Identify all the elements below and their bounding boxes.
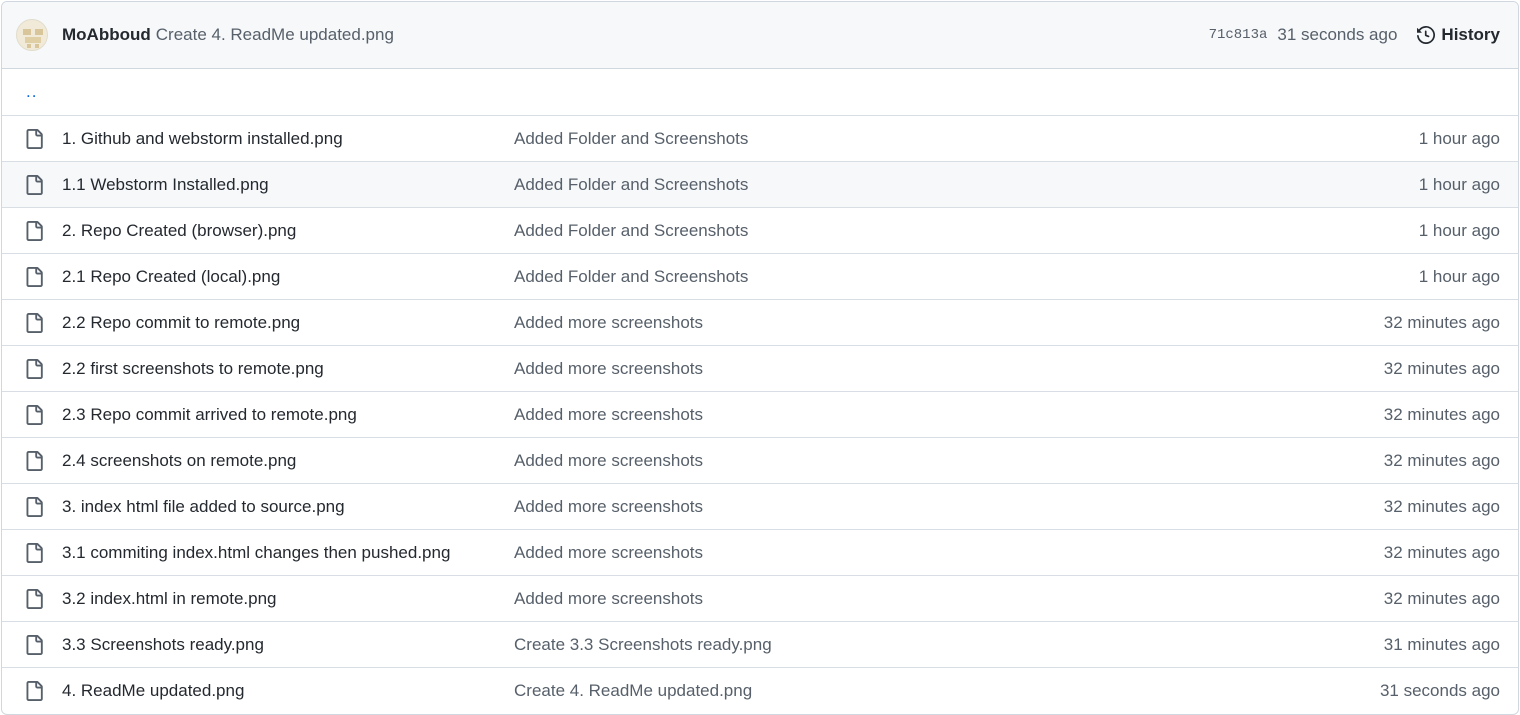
- history-button[interactable]: History: [1417, 25, 1500, 45]
- file-icon: [24, 220, 44, 241]
- file-name-link[interactable]: 2.1 Repo Created (local).png: [62, 267, 514, 287]
- file-browser: MoAbboud Create 4. ReadMe updated.png 71…: [1, 1, 1519, 715]
- file-name-link[interactable]: 2.2 first screenshots to remote.png: [62, 359, 514, 379]
- file-icon: [24, 588, 44, 609]
- history-icon: [1417, 26, 1436, 44]
- file-row[interactable]: 3. index html file added to source.png Ad…: [2, 483, 1518, 529]
- file-commit-message-link[interactable]: Added more screenshots: [514, 589, 1384, 609]
- file-row[interactable]: 2. Repo Created (browser).png Added Folde…: [2, 207, 1518, 253]
- file-commit-message-link[interactable]: Added Folder and Screenshots: [514, 221, 1419, 241]
- file-row[interactable]: 2.3 Repo commit arrived to remote.png Add…: [2, 391, 1518, 437]
- file-icon: [24, 312, 44, 333]
- file-commit-message-link[interactable]: Added more screenshots: [514, 359, 1384, 379]
- file-name-link[interactable]: 1.1 Webstorm Installed.png: [62, 175, 514, 195]
- file-icon: [24, 174, 44, 195]
- latest-commit-bar: MoAbboud Create 4. ReadMe updated.png 71…: [2, 2, 1518, 69]
- file-commit-message-link[interactable]: Added more screenshots: [514, 405, 1384, 425]
- file-icon: [24, 680, 44, 701]
- file-list: 1. Github and webstorm installed.png Adde…: [2, 115, 1518, 713]
- file-name-link[interactable]: 2.4 screenshots on remote.png: [62, 451, 514, 471]
- file-name-link[interactable]: 4. ReadMe updated.png: [62, 681, 514, 701]
- file-icon: [24, 266, 44, 287]
- file-commit-message-link[interactable]: Added more screenshots: [514, 543, 1384, 563]
- file-commit-time: 32 minutes ago: [1383, 404, 1500, 424]
- file-commit-time: 31 minutes ago: [1383, 634, 1500, 654]
- file-commit-time: 1 hour ago: [1418, 266, 1500, 286]
- file-commit-message-link[interactable]: Create 3.3 Screenshots ready.png: [514, 635, 1384, 655]
- file-commit-message-link[interactable]: Added Folder and Screenshots: [514, 175, 1419, 195]
- commit-sha[interactable]: 71c813a: [1209, 27, 1268, 43]
- file-commit-time: 31 seconds ago: [1379, 680, 1500, 700]
- file-row[interactable]: 3.1 commiting index.html changes then pu…: [2, 529, 1518, 575]
- file-icon: [24, 128, 44, 149]
- commit-author[interactable]: MoAbboud: [62, 25, 151, 45]
- file-row[interactable]: 3.2 index.html in remote.png Added more s…: [2, 575, 1518, 621]
- file-commit-time: 32 minutes ago: [1383, 358, 1500, 378]
- file-commit-message-link[interactable]: Added Folder and Screenshots: [514, 129, 1419, 149]
- file-commit-message-link[interactable]: Added more screenshots: [514, 497, 1384, 517]
- avatar[interactable]: [16, 19, 48, 51]
- file-row[interactable]: 2.4 screenshots on remote.png Added more …: [2, 437, 1518, 483]
- commit-message[interactable]: Create 4. ReadMe updated.png: [156, 25, 394, 45]
- file-commit-time: 32 minutes ago: [1383, 312, 1500, 332]
- file-commit-time: 1 hour ago: [1418, 128, 1500, 148]
- file-name-link[interactable]: 1. Github and webstorm installed.png: [62, 129, 514, 149]
- file-name-link[interactable]: 3.3 Screenshots ready.png: [62, 635, 514, 655]
- file-commit-time: 32 minutes ago: [1383, 542, 1500, 562]
- file-commit-message-link[interactable]: Create 4. ReadMe updated.png: [514, 681, 1380, 701]
- history-label: History: [1441, 25, 1500, 44]
- file-row[interactable]: 1. Github and webstorm installed.png Adde…: [2, 115, 1518, 161]
- file-commit-message-link[interactable]: Added Folder and Screenshots: [514, 267, 1419, 287]
- file-icon: [24, 450, 44, 471]
- file-name-link[interactable]: 3.1 commiting index.html changes then pu…: [62, 543, 514, 563]
- file-row[interactable]: 3.3 Screenshots ready.png Create 3.3 Scre…: [2, 621, 1518, 667]
- file-row[interactable]: 4. ReadMe updated.png Create 4. ReadMe up…: [2, 667, 1518, 713]
- file-row[interactable]: 2.2 first screenshots to remote.png Added…: [2, 345, 1518, 391]
- file-icon: [24, 496, 44, 517]
- file-commit-time: 32 minutes ago: [1383, 450, 1500, 470]
- file-commit-time: 1 hour ago: [1418, 174, 1500, 194]
- commit-time: 31 seconds ago: [1277, 25, 1398, 44]
- file-icon: [24, 404, 44, 425]
- file-commit-message-link[interactable]: Added more screenshots: [514, 451, 1384, 471]
- file-icon: [24, 542, 44, 563]
- file-commit-time: 1 hour ago: [1418, 220, 1500, 240]
- parent-directory-row[interactable]: ..: [2, 69, 1518, 115]
- file-commit-time: 32 minutes ago: [1383, 496, 1500, 516]
- file-commit-time: 32 minutes ago: [1383, 588, 1500, 608]
- file-row[interactable]: 1.1 Webstorm Installed.png Added Folder a…: [2, 161, 1518, 207]
- file-icon: [24, 634, 44, 655]
- file-name-link[interactable]: 2. Repo Created (browser).png: [62, 221, 514, 241]
- file-row[interactable]: 2.2 Repo commit to remote.png Added more …: [2, 299, 1518, 345]
- parent-directory-link[interactable]: ..: [26, 82, 37, 102]
- file-name-link[interactable]: 2.2 Repo commit to remote.png: [62, 313, 514, 333]
- file-icon: [24, 358, 44, 379]
- file-row[interactable]: 2.1 Repo Created (local).png Added Folder…: [2, 253, 1518, 299]
- file-name-link[interactable]: 2.3 Repo commit arrived to remote.png: [62, 405, 514, 425]
- file-name-link[interactable]: 3.2 index.html in remote.png: [62, 589, 514, 609]
- file-commit-message-link[interactable]: Added more screenshots: [514, 313, 1384, 333]
- file-name-link[interactable]: 3. index html file added to source.png: [62, 497, 514, 517]
